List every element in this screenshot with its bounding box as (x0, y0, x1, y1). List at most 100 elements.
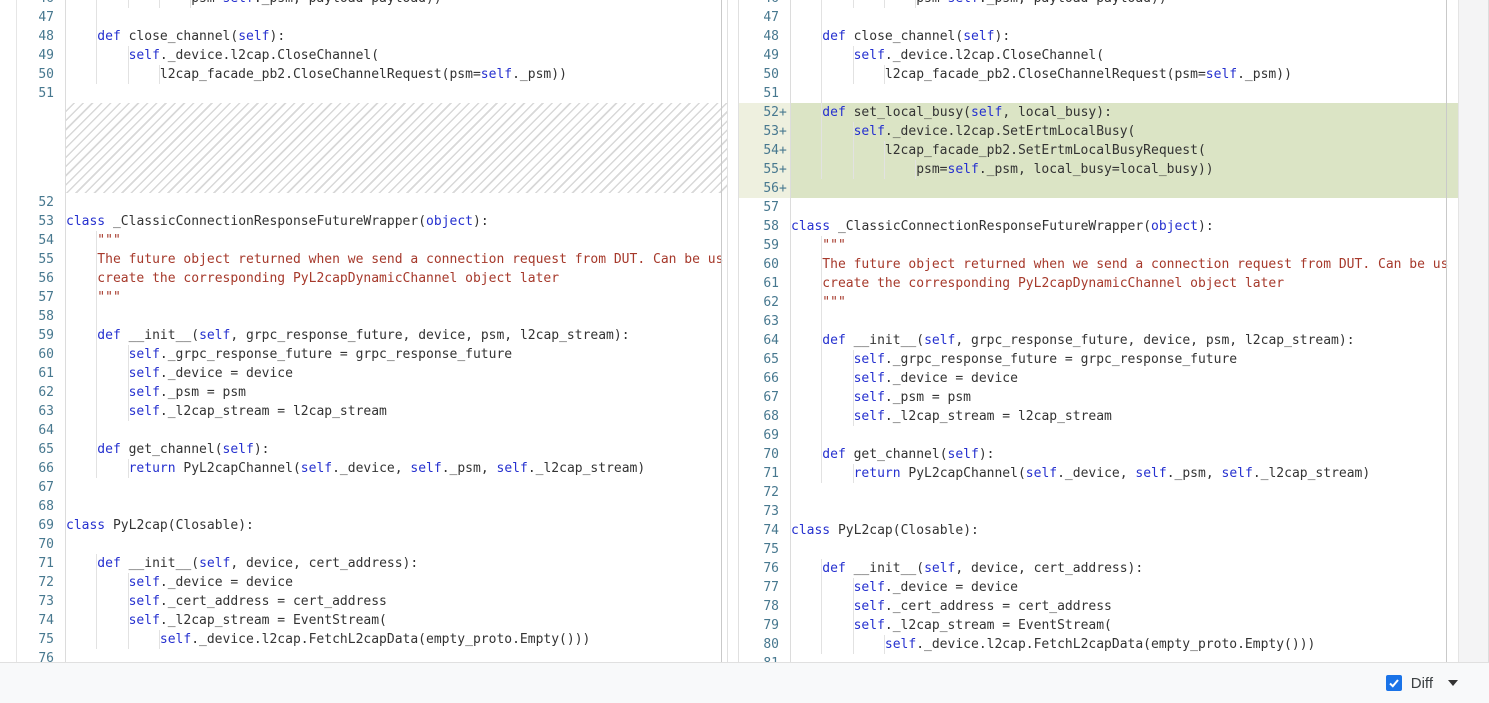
line-number[interactable]: 48 (0, 27, 66, 46)
line-number[interactable]: 68 (739, 407, 791, 426)
code-text: l2cap_facade_pb2.CloseChannelRequest(psm… (66, 65, 727, 84)
line-number[interactable]: 46 (0, 0, 66, 8)
code-line: 61self._device = device (0, 364, 727, 383)
line-number[interactable]: 77 (739, 578, 791, 597)
line-number[interactable]: 63 (739, 312, 791, 331)
line-number[interactable]: 50 (0, 65, 66, 84)
line-number[interactable]: 64 (0, 421, 66, 440)
line-number[interactable]: 73 (0, 592, 66, 611)
line-number[interactable]: 63 (0, 402, 66, 421)
line-number[interactable]: 47 (739, 8, 791, 27)
line-number[interactable]: 78 (739, 597, 791, 616)
line-number[interactable]: 49 (0, 46, 66, 65)
code-text: self._psm = psm (66, 383, 727, 402)
indent-guide (66, 592, 97, 611)
line-number[interactable]: 73 (739, 502, 791, 521)
line-number[interactable]: 57 (739, 198, 791, 217)
line-number[interactable]: 58 (739, 217, 791, 236)
line-number[interactable]: 69 (739, 426, 791, 445)
indent-guide (791, 160, 822, 179)
code-line: 49self._device.l2cap.CloseChannel( (0, 46, 727, 65)
code-line: 47 (739, 8, 1458, 27)
indent-guide (822, 160, 853, 179)
code-line: 60The future object returned when we sen… (739, 255, 1458, 274)
line-number[interactable]: 80 (739, 635, 791, 654)
line-number[interactable]: 65 (0, 440, 66, 459)
line-number[interactable]: 72 (0, 573, 66, 592)
line-number[interactable]: 66 (0, 459, 66, 478)
line-number[interactable]: 71 (739, 464, 791, 483)
indent-guide (791, 0, 822, 8)
line-number[interactable]: 55 (0, 250, 66, 269)
caret-down-icon[interactable] (1448, 680, 1458, 686)
line-number[interactable]: 76 (739, 559, 791, 578)
code-text (66, 649, 727, 662)
line-number[interactable]: 75 (739, 540, 791, 559)
line-number[interactable]: 46 (739, 0, 791, 8)
line-number[interactable]: 75 (0, 630, 66, 649)
indent-guide (791, 331, 822, 350)
code-line: 59def __init__(self, grpc_response_futur… (0, 326, 727, 345)
diff-pane-new[interactable]: 46psm=self._psm, payload=payload))4748de… (738, 0, 1458, 662)
line-number[interactable]: 59 (0, 326, 66, 345)
line-number[interactable]: 49 (739, 46, 791, 65)
line-number[interactable]: 61 (0, 364, 66, 383)
line-number[interactable]: 52 (0, 193, 66, 212)
line-number[interactable]: 53+ (739, 122, 791, 141)
line-number[interactable]: 54+ (739, 141, 791, 160)
line-number[interactable]: 64 (739, 331, 791, 350)
line-number[interactable]: 81 (739, 654, 791, 662)
line-number[interactable]: 51 (739, 84, 791, 103)
line-number[interactable]: 74 (0, 611, 66, 630)
code-text: self._device.l2cap.FetchL2capData(empty_… (66, 630, 727, 649)
line-number[interactable]: 74 (739, 521, 791, 540)
line-number[interactable]: 70 (739, 445, 791, 464)
line-number[interactable]: 47 (0, 8, 66, 27)
line-number[interactable]: 69 (0, 516, 66, 535)
line-number[interactable]: 48 (739, 27, 791, 46)
indent-guide (791, 274, 822, 293)
line-number[interactable]: 53 (0, 212, 66, 231)
scrollbar-track[interactable] (1458, 0, 1489, 662)
line-number[interactable]: 61 (739, 274, 791, 293)
diff-pane-old[interactable]: 46psm=self._psm, payload=payload))4748de… (0, 0, 728, 662)
line-number[interactable]: 51 (0, 84, 66, 103)
line-number[interactable]: 52+ (739, 103, 791, 122)
line-number[interactable]: 50 (739, 65, 791, 84)
line-number[interactable]: 57 (0, 288, 66, 307)
code-line: 64 (0, 421, 727, 440)
line-number[interactable]: 66 (739, 369, 791, 388)
line-number[interactable]: 58 (0, 307, 66, 326)
line-number[interactable]: 72 (739, 483, 791, 502)
line-number[interactable]: 76 (0, 649, 66, 662)
line-number[interactable]: 59 (739, 236, 791, 255)
line-number[interactable]: 70 (0, 535, 66, 554)
new-code-lines: 46psm=self._psm, payload=payload))4748de… (739, 0, 1458, 662)
line-number[interactable]: 71 (0, 554, 66, 573)
indent-guide (66, 554, 97, 573)
indent-guide (791, 46, 822, 65)
line-number[interactable]: 62 (0, 383, 66, 402)
code-line: 48def close_channel(self): (0, 27, 727, 46)
line-number[interactable]: 68 (0, 497, 66, 516)
line-number[interactable]: 60 (0, 345, 66, 364)
line-number[interactable]: 60 (739, 255, 791, 274)
code-text (66, 497, 727, 516)
line-number[interactable]: 67 (739, 388, 791, 407)
line-number[interactable]: 55+ (739, 160, 791, 179)
line-number[interactable]: 65 (739, 350, 791, 369)
line-number[interactable]: 79 (739, 616, 791, 635)
line-number[interactable]: 56+ (739, 179, 791, 198)
code-line: 54""" (0, 231, 727, 250)
line-number[interactable]: 56 (0, 269, 66, 288)
indent-guide (97, 459, 128, 478)
diff-toolbar: Diff (0, 662, 1489, 703)
code-line: 66self._device = device (739, 369, 1458, 388)
indent-guide (66, 573, 97, 592)
line-number[interactable]: 62 (739, 293, 791, 312)
code-text: The future object returned when we send … (66, 250, 727, 269)
line-number[interactable]: 67 (0, 478, 66, 497)
line-number[interactable]: 54 (0, 231, 66, 250)
code-text: """ (66, 231, 727, 250)
diff-toggle-checkbox[interactable] (1386, 675, 1402, 691)
